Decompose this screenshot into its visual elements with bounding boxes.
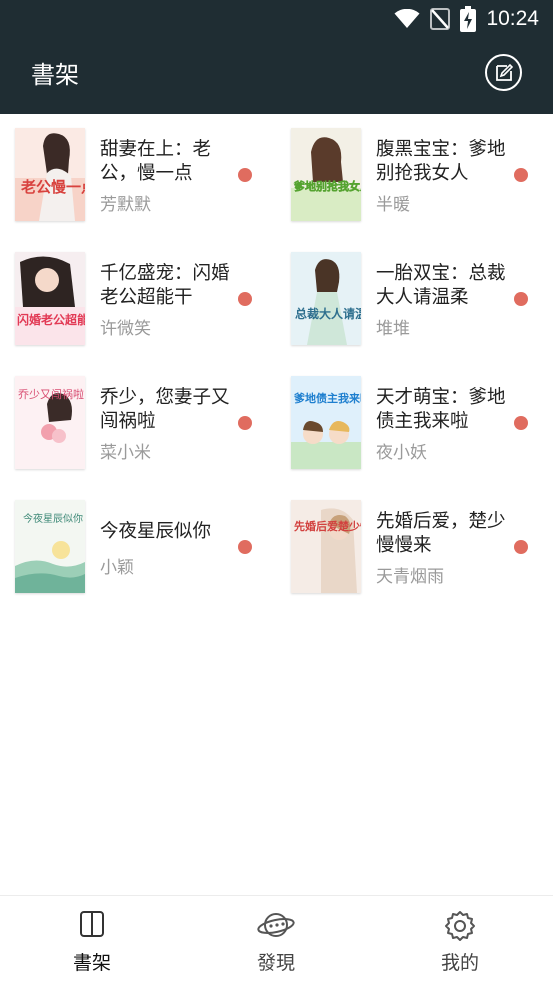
tab-bookshelf[interactable]: 書架 <box>0 896 184 983</box>
svg-text:总裁大人请温柔: 总裁大人请温柔 <box>295 306 361 321</box>
wifi-icon <box>394 9 420 28</box>
book-item[interactable]: 乔少又闯祸啦 乔少，您妻子又闯祸啦 菜小米 <box>0 362 276 486</box>
bottom-nav: 書架 發現 我的 <box>0 895 553 983</box>
svg-text:今夜星辰似你: 今夜星辰似你 <box>23 512 83 525</box>
status-bar: 10:24 <box>0 0 553 38</box>
book-item[interactable]: 爹地债主我来啦 天才萌宝：爹地债主我来啦 夜小妖 <box>276 362 552 486</box>
book-title: 甜妻在上：老公，慢一点 <box>100 139 212 184</box>
status-time: 10:24 <box>486 7 539 30</box>
book-author: 许微笑 <box>100 319 151 339</box>
tab-label: 發現 <box>256 952 295 974</box>
book-author: 天青烟雨 <box>376 567 444 587</box>
unread-dot <box>514 292 528 306</box>
book-item[interactable]: 爹地别抢我女人 腹黑宝宝：爹地别抢我女人 半暖 <box>276 114 552 238</box>
book-title: 一胎双宝：总裁大人请温柔 <box>376 263 506 308</box>
book-item[interactable]: 总裁大人请温柔 一胎双宝：总裁大人请温柔 堆堆 <box>276 238 552 362</box>
unread-dot <box>514 540 528 554</box>
book-item[interactable]: 老公慢一点 甜妻在上：老公，慢一点 芳默默 <box>0 114 276 238</box>
app-bar: 書架 <box>0 38 553 114</box>
book-icon <box>80 911 104 937</box>
book-author: 小颖 <box>100 558 134 578</box>
unread-dot <box>238 416 252 430</box>
tab-discover[interactable]: 發現 <box>184 896 368 983</box>
book-item[interactable]: 先婚后爱楚少慢慢来 先婚后爱，楚少慢慢来 天青烟雨 <box>276 486 552 610</box>
book-cover[interactable]: 总裁大人请温柔 <box>291 252 361 345</box>
tab-mine[interactable]: 我的 <box>368 896 552 983</box>
book-cover[interactable]: 闪婚老公超能干 <box>15 252 85 345</box>
edit-shelf-button[interactable] <box>485 54 522 91</box>
gear-icon <box>445 911 475 941</box>
book-author: 堆堆 <box>376 319 410 339</box>
unread-dot <box>238 292 252 306</box>
book-title: 今夜星辰似你 <box>100 521 212 542</box>
book-author: 芳默默 <box>100 195 151 215</box>
svg-text:爹地别抢我女人: 爹地别抢我女人 <box>293 179 361 193</box>
unread-dot <box>238 168 252 182</box>
book-title: 先婚后爱，楚少慢慢来 <box>376 511 506 556</box>
book-title: 天才萌宝：爹地债主我来啦 <box>376 387 506 432</box>
book-author: 半暖 <box>376 195 410 215</box>
battery-charging-icon <box>460 6 477 32</box>
svg-text:闪婚老公超能干: 闪婚老公超能干 <box>17 312 85 327</box>
unread-dot <box>514 168 528 182</box>
book-cover[interactable]: 今夜星辰似你 <box>15 500 85 593</box>
tab-label: 我的 <box>440 952 479 974</box>
book-title: 腹黑宝宝：爹地别抢我女人 <box>376 139 506 184</box>
book-author: 菜小米 <box>100 443 151 463</box>
planet-icon <box>257 913 295 937</box>
svg-text:爹地债主我来啦: 爹地债主我来啦 <box>293 391 361 405</box>
book-cover[interactable]: 先婚后爱楚少慢慢来 <box>291 500 361 593</box>
book-author: 夜小妖 <box>376 443 427 463</box>
svg-text:老公慢一点: 老公慢一点 <box>20 178 85 196</box>
book-cover[interactable]: 爹地别抢我女人 <box>291 128 361 221</box>
unread-dot <box>514 416 528 430</box>
no-signal-icon <box>430 8 451 30</box>
book-title: 乔少，您妻子又闯祸啦 <box>100 387 230 432</box>
book-item[interactable]: 今夜星辰似你 今夜星辰似你 小颖 <box>0 486 276 610</box>
book-item[interactable]: 闪婚老公超能干 千亿盛宠：闪婚老公超能干 许微笑 <box>0 238 276 362</box>
book-title: 千亿盛宠：闪婚老公超能干 <box>100 263 230 308</box>
book-cover[interactable]: 乔少又闯祸啦 <box>15 376 85 469</box>
unread-dot <box>238 540 252 554</box>
book-cover[interactable]: 爹地债主我来啦 <box>291 376 361 469</box>
edit-note-icon <box>495 63 513 81</box>
tab-label: 書架 <box>72 952 111 974</box>
book-cover[interactable]: 老公慢一点 <box>15 128 85 221</box>
svg-text:乔少又闯祸啦: 乔少又闯祸啦 <box>18 387 84 401</box>
page-title: 書架 <box>31 61 79 89</box>
svg-text:先婚后爱楚少慢慢来: 先婚后爱楚少慢慢来 <box>294 519 361 533</box>
